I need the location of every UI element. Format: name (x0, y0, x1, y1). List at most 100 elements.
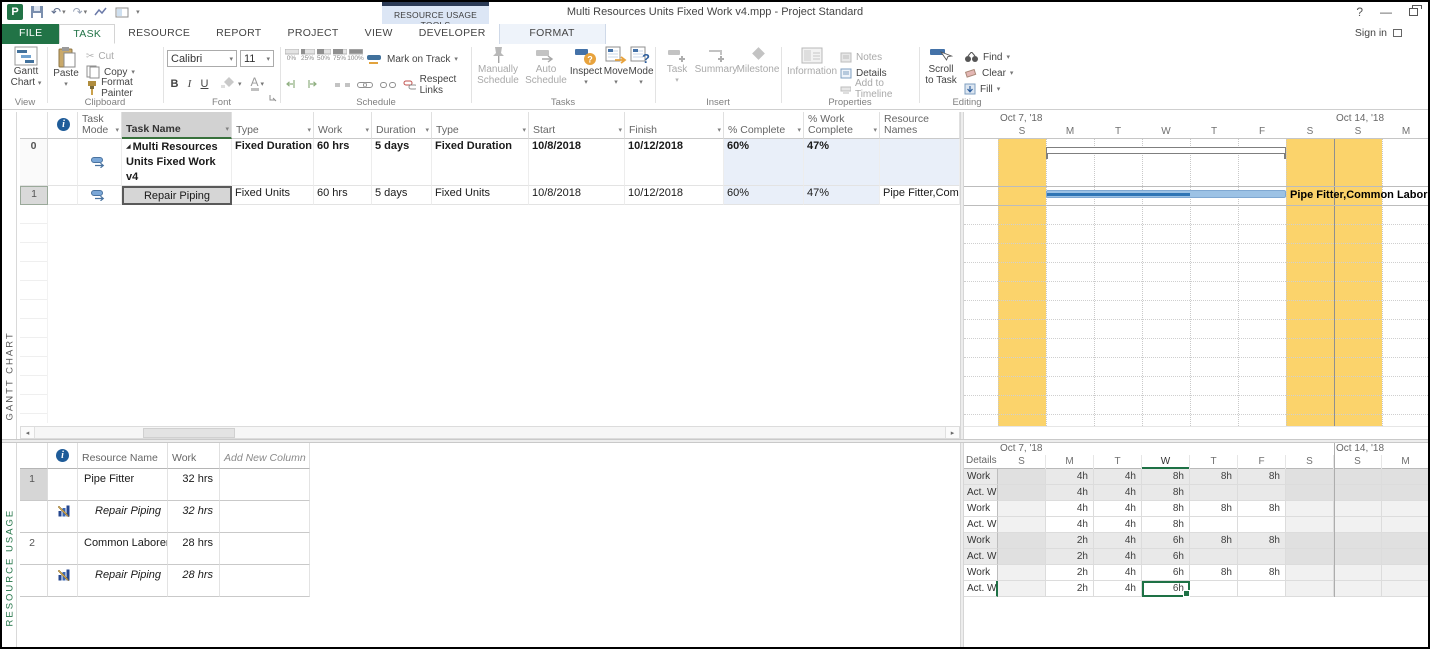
assignment-info-cell[interactable] (48, 501, 78, 533)
bold-button[interactable]: B (168, 78, 181, 90)
font-size-select[interactable]: 11▾ (240, 50, 274, 67)
details-cell[interactable]: Act. W (964, 485, 998, 501)
usage-cell[interactable] (1382, 517, 1430, 533)
app-icon[interactable]: P (7, 4, 23, 20)
link-tasks-icon[interactable] (357, 76, 373, 94)
italic-button[interactable]: I (183, 78, 196, 90)
pct-work-complete-cell[interactable]: 47% (804, 139, 880, 186)
percent-75-button[interactable]: 75% (332, 49, 347, 62)
task-mode-cell[interactable] (78, 186, 122, 205)
usage-cell[interactable]: 8h (1238, 565, 1286, 581)
usage-cell[interactable] (998, 581, 1046, 597)
scroll-right-arrow-icon[interactable]: ▸ (945, 427, 959, 438)
row-number[interactable] (20, 501, 48, 533)
underline-button[interactable]: U (198, 78, 211, 90)
usage-cell[interactable]: 4h (1094, 517, 1142, 533)
column-header-pct-work-complete[interactable]: % Work Complete▾ (804, 112, 880, 139)
usage-cell[interactable]: 6h (1142, 549, 1190, 565)
assignment-info-cell[interactable] (48, 565, 78, 597)
type-cell[interactable]: Fixed Units (232, 186, 314, 205)
column-header-work[interactable]: Work (168, 443, 220, 469)
column-header-task-name[interactable]: Task Name▾ (122, 112, 232, 139)
add-new-cell[interactable] (220, 565, 310, 597)
finish-cell[interactable]: 10/12/2018 (625, 139, 724, 186)
assignment-name-cell[interactable]: Repair Piping (78, 501, 168, 533)
usage-cell[interactable] (1190, 517, 1238, 533)
scroll-to-task-button[interactable]: Scrollto Task (922, 46, 960, 86)
finish-cell[interactable]: 10/12/2018 (625, 186, 724, 205)
split-task-icon[interactable] (335, 76, 350, 94)
usage-cell[interactable] (1190, 485, 1238, 501)
gantt-timescale[interactable]: Oct 7, '18 Oct 14, '18 S M T W T F S S M (964, 112, 1430, 139)
info-cell[interactable] (48, 139, 78, 186)
usage-cell[interactable] (1286, 485, 1334, 501)
resource-name-cell[interactable]: Pipe Fitter (78, 469, 168, 501)
restore-button[interactable] (1409, 8, 1418, 16)
add-to-timeline-button[interactable]: Add to Timeline (840, 81, 918, 97)
filter-arrow-icon[interactable]: ▾ (225, 124, 229, 135)
usage-cell[interactable]: 8h (1190, 469, 1238, 485)
form-view-icon[interactable] (115, 7, 129, 18)
ribbon-options-icon[interactable] (1393, 29, 1402, 37)
column-header-resource-names[interactable]: Resource Names (880, 112, 960, 139)
usage-cell[interactable]: 8h (1238, 469, 1286, 485)
info-cell[interactable] (48, 533, 78, 565)
type2-cell[interactable]: Fixed Duration (432, 139, 529, 186)
usage-cell[interactable] (1382, 549, 1430, 565)
indent-task-icon[interactable] (305, 76, 318, 94)
usage-timescale[interactable]: Oct 7, '18 Oct 14, '18 Details S M T W T… (964, 443, 1430, 469)
usage-cell[interactable]: 2h (1046, 549, 1094, 565)
usage-cell[interactable] (1334, 469, 1382, 485)
insert-milestone-button[interactable]: Milestone (736, 46, 780, 75)
cut-button[interactable]: ✂Cut (86, 48, 162, 64)
task-name-cell[interactable]: ◢Multi Resources Units Fixed Work v4 (122, 139, 232, 186)
usage-cell[interactable]: 8h (1142, 485, 1190, 501)
manually-schedule-button[interactable]: ManuallySchedule (474, 46, 522, 86)
info-column-header[interactable]: i (48, 443, 78, 469)
usage-cell[interactable] (998, 565, 1046, 581)
font-color-arrow-icon[interactable]: ▾ (261, 80, 265, 88)
pct-work-complete-cell[interactable]: 47% (804, 186, 880, 205)
usage-cell[interactable] (1286, 469, 1334, 485)
usage-cell[interactable]: 4h (1046, 469, 1094, 485)
row-number[interactable]: 1 (20, 469, 48, 501)
usage-cell[interactable]: 4h (1094, 565, 1142, 581)
info-column-header[interactable]: i (48, 112, 78, 139)
work-cell[interactable]: 32 hrs (168, 501, 220, 533)
tab-view[interactable]: VIEW (352, 24, 406, 44)
start-cell[interactable]: 10/8/2018 (529, 186, 625, 205)
details-cell[interactable]: Act. W (964, 581, 998, 597)
usage-cell[interactable] (1382, 501, 1430, 517)
column-header-finish[interactable]: Finish▾ (625, 112, 724, 139)
resource-names-cell[interactable]: Pipe Fitter,Common Laborer (880, 186, 960, 205)
usage-cell[interactable] (998, 501, 1046, 517)
percent-25-button[interactable]: 25% (300, 49, 315, 62)
add-new-cell[interactable] (220, 501, 310, 533)
font-family-select[interactable]: Calibri▾ (167, 50, 237, 67)
row-number[interactable]: 2 (20, 533, 48, 565)
usage-cell[interactable] (1238, 581, 1286, 597)
notes-button[interactable]: Notes (840, 49, 918, 65)
insert-task-button[interactable]: Task▾ (662, 46, 692, 86)
background-color-button[interactable] (221, 75, 236, 93)
column-header-task-mode[interactable]: Task Mode▾ (78, 112, 122, 139)
column-header-work[interactable]: Work▾ (314, 112, 372, 139)
timeline-view-icon[interactable] (94, 7, 108, 17)
gantt-chart-button[interactable]: Gantt Chart ▾ (6, 46, 46, 89)
percent-50-button[interactable]: 50% (316, 49, 331, 62)
pct-complete-cell[interactable]: 60% (724, 186, 804, 205)
info-cell[interactable] (48, 186, 78, 205)
usage-cell[interactable] (1238, 549, 1286, 565)
percent-0-button[interactable]: 0% (284, 49, 299, 62)
details-cell[interactable]: Work (964, 533, 998, 549)
column-header-type2[interactable]: Type▾ (432, 112, 529, 139)
usage-cell[interactable] (1382, 469, 1430, 485)
usage-cell[interactable] (998, 533, 1046, 549)
clear-button[interactable]: Clear▾ (964, 65, 1013, 81)
start-cell[interactable]: 10/8/2018 (529, 139, 625, 186)
tab-resource[interactable]: RESOURCE (115, 24, 203, 44)
unlink-tasks-icon[interactable] (380, 76, 396, 94)
column-header-duration[interactable]: Duration▾ (372, 112, 432, 139)
usage-cell[interactable] (1238, 485, 1286, 501)
auto-schedule-button[interactable]: AutoSchedule (524, 46, 568, 86)
